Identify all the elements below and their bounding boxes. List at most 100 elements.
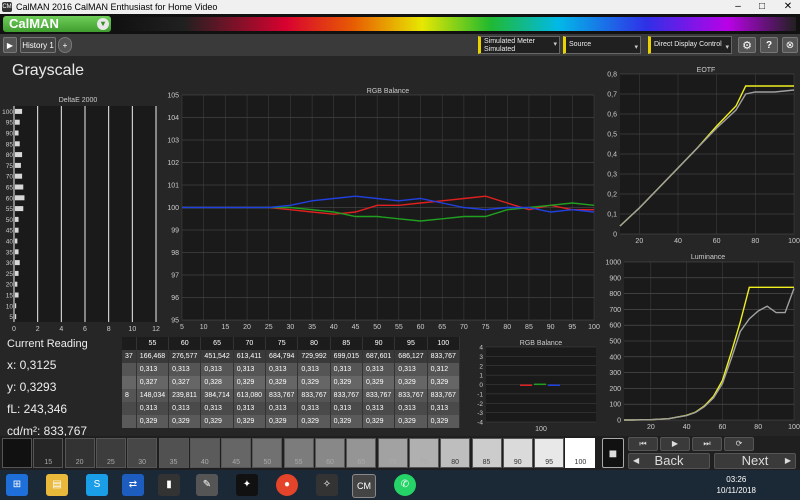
swatch-label: 25 [106, 459, 115, 466]
x-tick-label: 6 [83, 326, 87, 333]
history-nav-button[interactable]: ▶ [3, 37, 17, 53]
swatch-65[interactable]: 65 [346, 438, 377, 468]
table-cell: 0,313 [394, 402, 428, 415]
y-tick-label: 40 [6, 239, 14, 246]
back-button[interactable]: ◀ Back [628, 453, 710, 469]
gear-icon: ⚙ [742, 40, 752, 52]
stop-button[interactable]: ■ [602, 438, 624, 468]
whatsapp-icon[interactable]: ✆ [394, 474, 416, 496]
start-icon[interactable]: ⊞ [6, 474, 28, 496]
swatch-label: 30 [138, 459, 147, 466]
table-cell: 8 [122, 389, 137, 402]
minimize-button[interactable]: – [726, 0, 750, 14]
swatch-40[interactable]: 40 [189, 438, 220, 468]
paint-icon[interactable]: ✎ [196, 474, 218, 496]
add-tab-button[interactable]: + [58, 37, 72, 53]
swatch-20[interactable]: 20 [64, 438, 95, 468]
swatch-15[interactable]: 15 [33, 438, 64, 468]
swatch-85[interactable]: 85 [471, 438, 502, 468]
swatch-label: 45 [232, 459, 240, 466]
table-cell: 276,577 [168, 350, 202, 363]
swatch-label: 20 [75, 459, 84, 466]
swatch-35[interactable]: 35 [158, 438, 189, 468]
exit-button[interactable]: ⊗ [782, 37, 798, 53]
swatch-80[interactable]: 80 [440, 438, 471, 468]
table-cell: 0,313 [297, 402, 331, 415]
x-tick-label: 45 [352, 324, 360, 331]
table-header-cell: 60 [168, 337, 202, 350]
x-tick-label: 12 [152, 326, 160, 333]
settings-button[interactable]: ⚙ [738, 37, 756, 53]
y-tick-label: 0 [617, 418, 621, 425]
current-reading-panel: Current Reading x: 0,3125 y: 0,3293 fL: … [7, 338, 122, 446]
swatch-95[interactable]: 95 [534, 438, 565, 468]
rgb-balance-bar [534, 383, 546, 386]
swatch-black[interactable] [2, 438, 32, 468]
play-button[interactable]: ▶ [660, 437, 690, 451]
play-all-button[interactable]: ⏭ [692, 437, 722, 451]
x-tick-label: 65 [438, 324, 446, 331]
y-tick-label: 300 [609, 370, 621, 377]
toolbar: ▶ History 1 + Simulated Meter Simulated … [0, 34, 800, 57]
swatch-30[interactable]: 30 [127, 438, 158, 468]
table-header-row: 55 60 65 70 75 80 85 90 95 100 [122, 337, 460, 350]
table-header-cell: 95 [394, 337, 428, 350]
next-button[interactable]: Next ▶ [714, 453, 796, 469]
page-title: Grayscale [12, 62, 85, 79]
swatch-label: 100 [574, 459, 587, 466]
swatch-90[interactable]: 90 [502, 438, 533, 468]
x-tick-label: 100 [535, 426, 547, 433]
first-button[interactable]: ⏮ [628, 437, 658, 451]
x-tick-label: 15 [221, 324, 229, 331]
deltae-bar [15, 162, 21, 168]
swatch-70[interactable]: 70 [377, 438, 408, 468]
meter-dropdown[interactable]: Simulated Meter Simulated ▾ [478, 36, 560, 54]
table-header-cell: 85 [330, 337, 363, 350]
swatch-45[interactable]: 45 [221, 438, 252, 468]
y-tick-label: 35 [6, 249, 14, 256]
table-cell: 0,329 [233, 376, 267, 389]
table-cell: 0,329 [297, 376, 331, 389]
table-cell: 0,313 [200, 402, 234, 415]
calman-menu-button[interactable]: CalMAN ▾ [3, 16, 111, 32]
chrome-icon[interactable]: ● [276, 474, 298, 496]
continuous-button[interactable]: ⟳ [724, 437, 754, 451]
source-dropdown[interactable]: Source ▾ [563, 36, 641, 54]
x-tick-label: 100 [788, 238, 800, 245]
display-control-dropdown[interactable]: Direct Display Control ▾ [648, 36, 732, 54]
y-tick-label: 80 [6, 152, 14, 159]
swatch-label: 65 [357, 459, 366, 466]
help-button[interactable]: ? [760, 37, 778, 53]
table-cell: 0,313 [168, 363, 202, 376]
window-title: CalMAN 2016 CalMAN Enthusiast for Home V… [16, 2, 218, 12]
x-tick-label: 75 [482, 324, 490, 331]
swatch-100[interactable]: 100 [565, 438, 596, 468]
y-tick-label: 0,7 [607, 92, 617, 99]
file-explorer-icon[interactable]: ▤ [46, 474, 68, 496]
table-cell: 0,329 [427, 415, 460, 428]
app-icon-dark[interactable]: ✦ [236, 474, 258, 496]
chart-app-icon[interactable]: ▮ [158, 474, 180, 496]
media-app-icon[interactable]: ✧ [316, 474, 338, 496]
swatch-50[interactable]: 50 [252, 438, 283, 468]
table-header-cell: 100 [427, 337, 460, 350]
maximize-button[interactable]: □ [750, 0, 774, 14]
skype-icon[interactable]: S [86, 474, 108, 496]
y-tick-label: 5 [9, 314, 13, 321]
y-tick-label: 97 [171, 273, 179, 280]
calman-taskbar-icon[interactable]: CM [352, 474, 376, 498]
swatch-75[interactable]: 75 [408, 438, 439, 468]
teamviewer-icon[interactable]: ⇄ [122, 474, 144, 496]
x-tick-label: 5 [180, 324, 184, 331]
meter-dropdown-label: Simulated Meter [484, 38, 535, 45]
x-tick-label: 80 [503, 324, 511, 331]
close-button[interactable]: ✕ [776, 0, 800, 14]
swatch-55[interactable]: 55 [283, 438, 314, 468]
deltae-bar [15, 206, 24, 212]
swatch-25[interactable]: 25 [95, 438, 126, 468]
table-header-cell: 75 [265, 337, 299, 350]
table-cell: 0,313 [330, 402, 363, 415]
tab-history-1[interactable]: History 1 [20, 37, 56, 53]
swatch-60[interactable]: 60 [315, 438, 345, 468]
deltae-bar [15, 227, 19, 233]
